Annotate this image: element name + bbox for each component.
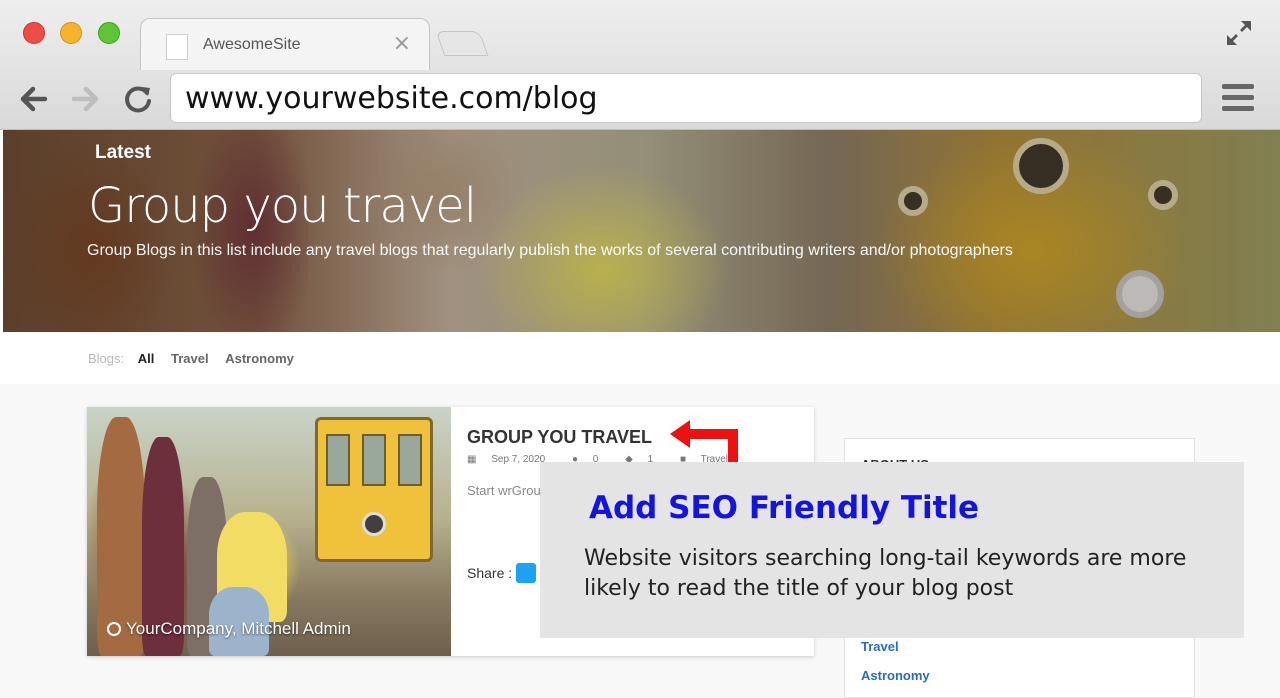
tram-illustration xyxy=(315,417,433,562)
hero-subtitle: Group Blogs in this list include any tra… xyxy=(87,242,1013,259)
filter-travel[interactable]: Travel xyxy=(171,351,209,366)
page-icon xyxy=(166,34,188,60)
close-window-button[interactable] xyxy=(23,22,45,44)
hero-title: Group you travel xyxy=(88,178,477,234)
tab-title: AwesomeSite xyxy=(203,36,301,53)
sidebar-link-travel[interactable]: Travel xyxy=(861,639,899,654)
browser-tab[interactable]: AwesomeSite × xyxy=(140,18,430,70)
filter-label: Blogs: xyxy=(88,351,125,366)
minimize-window-button[interactable] xyxy=(60,22,82,44)
filter-astronomy[interactable]: Astronomy xyxy=(225,351,294,366)
blog-filter-bar: Blogs: All Travel Astronomy xyxy=(88,351,307,366)
reload-icon[interactable] xyxy=(122,83,154,115)
forward-icon[interactable] xyxy=(70,83,102,115)
expand-icon[interactable] xyxy=(1224,18,1254,48)
hero-banner: Latest Group you travel Group Blogs in t… xyxy=(3,130,1280,332)
user-icon xyxy=(107,622,121,636)
filter-all[interactable]: All xyxy=(138,351,155,366)
seo-callout: Add SEO Friendly Title Website visitors … xyxy=(540,462,1244,638)
callout-title: Add SEO Friendly Title xyxy=(589,490,980,526)
arrow-icon xyxy=(670,420,738,464)
calendar-icon: ▦ xyxy=(467,454,477,465)
new-tab-button[interactable] xyxy=(435,31,489,56)
post-title[interactable]: GROUP YOU TRAVEL xyxy=(467,427,652,448)
sidebar-link-astronomy[interactable]: Astronomy xyxy=(861,668,930,683)
address-bar[interactable] xyxy=(170,73,1202,123)
tab-close-icon[interactable]: × xyxy=(393,31,411,56)
callout-body: Website visitors searching long-tail key… xyxy=(584,546,1187,601)
back-icon[interactable] xyxy=(17,83,49,115)
twitter-icon[interactable] xyxy=(516,563,537,583)
menu-icon[interactable] xyxy=(1222,84,1254,112)
post-image[interactable]: YourCompany, Mitchell Admin xyxy=(87,407,451,656)
maximize-window-button[interactable] xyxy=(98,22,120,44)
browser-chrome: AwesomeSite × xyxy=(0,0,1280,130)
url-input[interactable] xyxy=(185,78,1185,118)
post-author: YourCompany, Mitchell Admin xyxy=(107,619,351,639)
share-row: Share : xyxy=(467,563,537,583)
hero-kicker: Latest xyxy=(95,142,151,163)
